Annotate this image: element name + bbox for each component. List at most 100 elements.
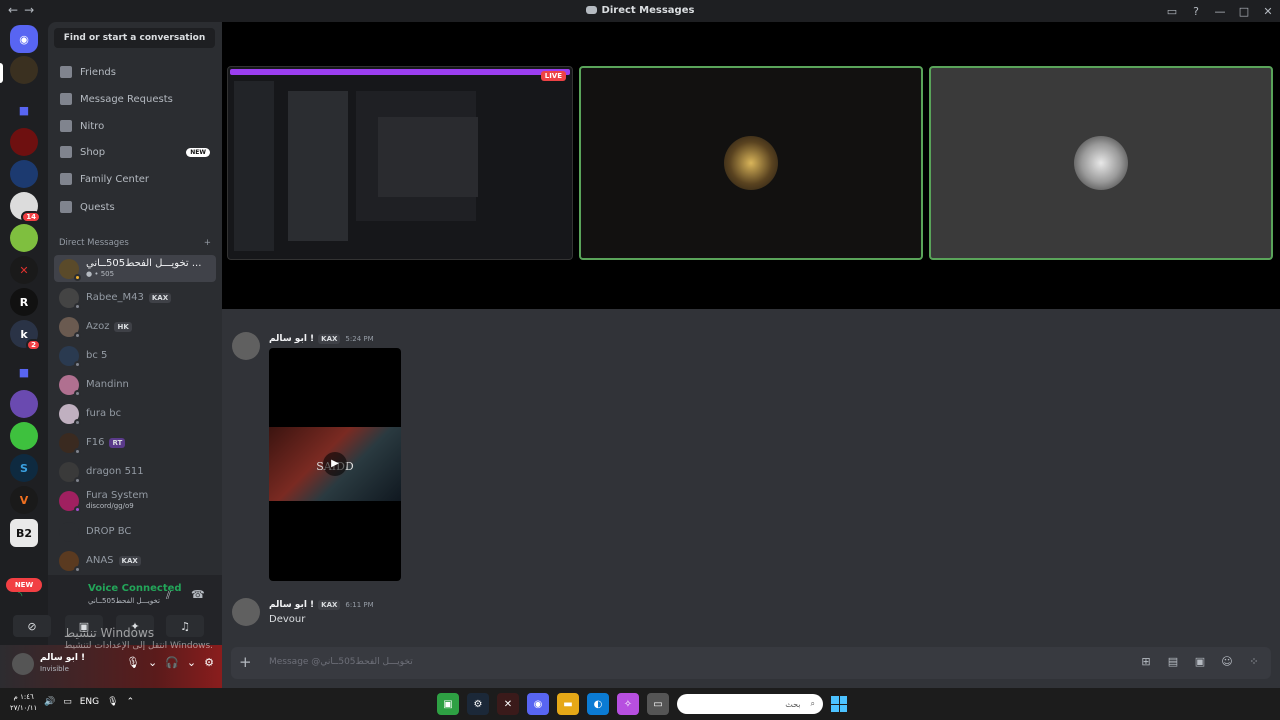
app-icon[interactable]: ✕ <box>497 693 519 715</box>
message-input[interactable]: Message @تخويـــل الفحط505ــاني <box>269 657 413 667</box>
chevron-down-icon[interactable]: ⌄ <box>187 656 196 669</box>
dm-item[interactable]: Fura System discord/gg/o9 <box>54 487 216 514</box>
soundboard-button[interactable]: ♫ <box>166 615 204 637</box>
stream-preview-content <box>378 117 478 197</box>
message-author[interactable]: ابو سالم ! <box>269 600 314 610</box>
new-servers-badge[interactable]: NEW <box>6 578 42 592</box>
nav-shop[interactable]: Shop NEW <box>54 140 216 164</box>
dm-item[interactable]: fura bc <box>54 400 216 427</box>
chevron-up-icon[interactable]: ⌃ <box>127 697 135 707</box>
stream-preview-sidebar <box>234 81 274 251</box>
steam-icon[interactable]: ⚙ <box>467 693 489 715</box>
nav-friends[interactable]: Friends <box>54 60 216 84</box>
emoji-icon[interactable]: ☺ <box>1220 655 1234 669</box>
message-author[interactable]: ابو سالم ! <box>269 334 314 344</box>
camera-off-icon: ⊘ <box>27 619 37 633</box>
folder-icon[interactable]: ■ <box>10 358 38 386</box>
server-icon-1[interactable] <box>10 56 38 84</box>
dm-header: Direct Messages + <box>59 238 211 248</box>
add-attachment-icon[interactable]: + <box>239 653 252 671</box>
window-title: Direct Messages <box>0 5 1280 16</box>
search-conversation-button[interactable]: Find or start a conversation <box>54 28 215 48</box>
network-icon[interactable]: ▭ <box>63 697 72 707</box>
disconnect-icon[interactable]: ☎ <box>191 588 205 601</box>
inbox-icon[interactable]: ▭ <box>1160 0 1184 22</box>
nav-label: Nitro <box>80 120 105 132</box>
server-icon-6[interactable]: ✕ <box>10 256 38 284</box>
server-icon-8[interactable]: k2 <box>10 320 41 351</box>
nav-nitro[interactable]: Nitro <box>54 114 216 138</box>
microphone-icon[interactable]: 🎙 <box>126 656 140 669</box>
maximize-button[interactable]: □ <box>1232 0 1256 22</box>
language-indicator[interactable]: ENG <box>80 697 99 707</box>
server-icon-2[interactable] <box>10 128 38 156</box>
folder-icon[interactable]: ■ <box>10 96 38 124</box>
server-icon-3[interactable] <box>10 160 38 188</box>
server-icon-4[interactable]: 14 <box>10 192 41 223</box>
microphone-icon[interactable]: 🎙 <box>107 697 118 707</box>
dm-name: Fura System <box>86 489 149 501</box>
server-icon-13[interactable]: B2 <box>10 519 38 547</box>
speaker-icon[interactable]: 🔊 <box>44 697 55 707</box>
home-discord-icon[interactable]: ◉ <box>10 25 38 53</box>
gear-icon[interactable]: ⚙ <box>204 656 214 669</box>
sticker-icon[interactable]: ▣ <box>1193 655 1207 669</box>
avatar <box>59 374 81 397</box>
dm-item[interactable]: F16 RT <box>54 429 216 456</box>
folder-icon[interactable]: ▬ <box>557 693 579 715</box>
avatar <box>59 432 81 455</box>
server-icon-9[interactable] <box>10 390 38 418</box>
chat-area: LIVE ابو سالم ! KAX 5:24 PM SAIDD ▶ ابو سا… <box>222 22 1280 688</box>
noise-suppression-icon[interactable]: ⫽ <box>166 589 171 603</box>
server-icon-10[interactable] <box>10 422 38 450</box>
dm-item[interactable]: Azoz HK <box>54 313 216 340</box>
copilot-icon[interactable]: ✧ <box>617 693 639 715</box>
dm-item[interactable]: تخويـــل الفحط505ــاني ... ● • 505 <box>54 255 216 282</box>
dm-item[interactable]: DROP BC <box>54 518 216 545</box>
status-dot <box>74 565 81 573</box>
video-attachment[interactable]: SAIDD ▶ <box>269 348 401 581</box>
participant-tile[interactable] <box>929 66 1273 260</box>
stream-tile[interactable]: LIVE <box>227 66 573 260</box>
avatar <box>59 403 81 426</box>
taskbar-clock[interactable]: ١:٤٦ م ٢٧/١٠/١١ <box>10 692 37 714</box>
taskbar-search[interactable]: بحث ⌕ <box>677 694 823 714</box>
help-icon[interactable]: ? <box>1184 0 1208 22</box>
message-avatar[interactable] <box>232 332 260 360</box>
user-name: ابو سالم ! <box>40 653 86 663</box>
server-icon-7[interactable]: R <box>10 288 38 316</box>
nav-family-center[interactable]: Family Center <box>54 167 216 191</box>
play-icon[interactable]: ▶ <box>323 452 347 476</box>
shop-icon <box>60 146 72 158</box>
user-avatar[interactable] <box>12 653 34 675</box>
apps-icon[interactable]: ⁘ <box>1247 655 1261 669</box>
window-title-text: Direct Messages <box>601 5 695 16</box>
headphones-icon[interactable]: 🎧 <box>165 656 179 669</box>
dm-item[interactable]: dragon 511 <box>54 458 216 485</box>
dm-item[interactable]: ANAS KAX <box>54 547 216 574</box>
participant-tile[interactable] <box>579 66 923 260</box>
discord-icon[interactable]: ◉ <box>527 693 549 715</box>
minimize-button[interactable]: — <box>1208 0 1232 22</box>
app-icon[interactable]: ▭ <box>647 693 669 715</box>
add-dm-button[interactable]: + <box>204 238 211 248</box>
status-dot <box>74 476 81 484</box>
app-icon[interactable]: ▣ <box>437 693 459 715</box>
close-button[interactable]: ✕ <box>1256 0 1280 22</box>
server-icon-5[interactable] <box>10 224 38 252</box>
server-icon-12[interactable]: V <box>10 486 38 514</box>
dm-item[interactable]: Rabee_M43 KAX <box>54 284 216 311</box>
dm-item[interactable]: Mandinn <box>54 371 216 398</box>
message-avatar[interactable] <box>232 598 260 626</box>
chevron-down-icon[interactable]: ⌄ <box>148 656 157 669</box>
windows-start-icon[interactable] <box>831 696 847 712</box>
dm-item[interactable]: bc 5 <box>54 342 216 369</box>
avatar <box>59 461 81 484</box>
nav-message-requests[interactable]: Message Requests <box>54 87 216 111</box>
gif-icon[interactable]: ▤ <box>1166 655 1180 669</box>
server-icon-11[interactable]: S <box>10 454 38 482</box>
nav-quests[interactable]: Quests <box>54 195 216 219</box>
camera-off-button[interactable]: ⊘ <box>13 615 51 637</box>
edge-icon[interactable]: ◐ <box>587 693 609 715</box>
gift-icon[interactable]: ⊞ <box>1139 655 1153 669</box>
